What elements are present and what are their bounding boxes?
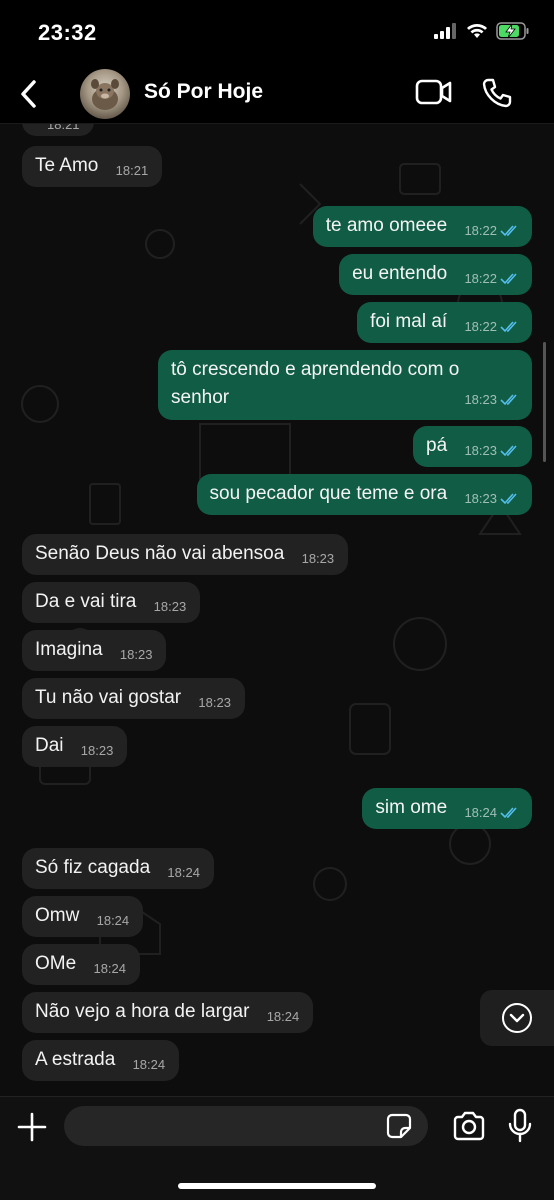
message-time: 18:24 [132,1057,166,1072]
sticker-button[interactable] [386,1113,412,1139]
message-time: 18:24 [266,1009,300,1024]
read-receipt-icon [500,394,517,406]
message-text: Imagina [35,639,103,660]
message-outgoing[interactable]: tô crescendo e aprendendo com o senhor 1… [158,350,532,420]
message-incoming[interactable]: A estrada 18:24 [22,1040,180,1081]
message-time: 18:24 [464,805,497,820]
chat-header: Só Por Hoje [0,64,554,124]
message-incoming[interactable]: Te Amo 18:21 [22,146,163,187]
avatar[interactable] [80,69,130,119]
message-time: 18:24 [96,913,130,928]
message-text: sou pecador que teme e ora [209,483,448,504]
plus-icon [17,1112,47,1142]
message-text: pá [426,435,448,456]
message-time: 18:23 [464,443,497,458]
message-incoming[interactable]: OMe 18:24 [22,944,141,985]
message-text: OMe [35,953,77,974]
message-time: 18:21 [47,124,80,132]
wifi-icon [467,24,487,38]
chevron-down-circle-icon [502,1003,532,1033]
message-text: eu entendo [352,263,448,284]
message-time: 18:22 [464,223,497,238]
read-receipt-icon [500,321,517,333]
message-text: Omw [35,905,80,926]
message-outgoing[interactable]: sou pecador que teme e ora 18:23 [196,474,532,515]
message-input-bar [0,1096,554,1200]
message-incoming[interactable]: Senão Deus não vai abensoa 18:23 [22,534,349,575]
message-time: 18:23 [119,647,153,662]
message-time: 18:23 [153,599,187,614]
signal-icon [434,23,456,39]
message-outgoing[interactable]: foi mal aí 18:22 [357,302,532,343]
phone-icon [482,78,512,108]
message-text: A estrada [35,1049,116,1070]
scroll-to-bottom-button[interactable] [480,990,554,1046]
message-text: Senão Deus não vai abensoa [35,543,285,564]
message-incoming[interactable]: Só fiz cagada 18:24 [22,848,214,889]
chevron-left-icon [21,80,36,108]
message-incoming[interactable]: Dai 18:23 [22,726,128,767]
message-time: 18:21 [115,163,149,178]
chat-area[interactable]: 18:21 Te Amo 18:21 te amo omeee 18:22 eu… [0,124,554,1096]
read-receipt-icon [500,273,517,285]
sticker-icon [386,1113,412,1139]
status-bar: 23:32 [0,0,554,64]
message-incoming[interactable]: Não vejo a hora de largar 18:24 [22,992,314,1033]
battery-charging-icon [496,22,529,40]
message-time: 18:22 [464,271,497,286]
message-time: 18:23 [80,743,114,758]
voice-call-button[interactable] [480,76,516,112]
read-receipt-icon [500,493,517,505]
back-button[interactable] [12,76,44,112]
message-outgoing[interactable]: te amo omeee 18:22 [312,206,532,247]
status-icons [434,22,530,40]
microphone-icon [508,1108,532,1143]
message-text: sim ome [375,797,448,818]
home-indicator[interactable] [178,1183,376,1189]
message-text: Não vejo a hora de largar [35,1001,250,1022]
scrollbar[interactable] [543,342,546,462]
video-call-button[interactable] [414,76,454,110]
camera-button[interactable] [452,1111,486,1141]
message-text: tô crescendo e aprendendo com o senhor [171,359,460,408]
avatar-image [91,79,119,110]
message-text: Tu não vai gostar [35,687,182,708]
message-text: Te Amo [35,155,99,176]
message-text: Só fiz cagada [35,857,151,878]
message-text: Da e vai tira [35,591,137,612]
message-incoming[interactable]: Imagina 18:23 [22,630,167,671]
contact-name[interactable]: Só Por Hoje [144,80,263,104]
voice-message-button[interactable] [508,1108,532,1144]
message-incoming[interactable]: Omw 18:24 [22,896,144,937]
message-incoming[interactable]: Tu não vai gostar 18:23 [22,678,245,719]
message-input[interactable] [64,1106,428,1146]
message-time: 18:23 [301,551,335,566]
read-receipt-icon [500,445,517,457]
message-text: foi mal aí [370,311,448,332]
message-time: 18:23 [464,491,497,506]
attach-button[interactable] [16,1111,48,1143]
message-incoming[interactable]: Da e vai tira 18:23 [22,582,201,623]
message-time: 18:22 [464,319,497,334]
camera-icon [453,1111,485,1141]
message-text: te amo omeee [325,215,448,236]
message-outgoing[interactable]: eu entendo 18:22 [339,254,532,295]
message-outgoing[interactable]: pá 18:23 [413,426,532,467]
video-camera-icon [415,79,452,105]
message-outgoing[interactable]: sim ome 18:24 [362,788,532,829]
status-time: 23:32 [38,20,97,45]
message-time: 18:24 [167,865,200,880]
read-receipt-icon [500,807,517,819]
message-time: 18:24 [93,961,127,976]
message-incoming[interactable]: 18:21 [22,124,94,136]
message-time: 18:23 [198,695,231,710]
read-receipt-icon [500,225,517,237]
message-text: Dai [35,735,64,756]
message-time: 18:23 [464,392,497,407]
